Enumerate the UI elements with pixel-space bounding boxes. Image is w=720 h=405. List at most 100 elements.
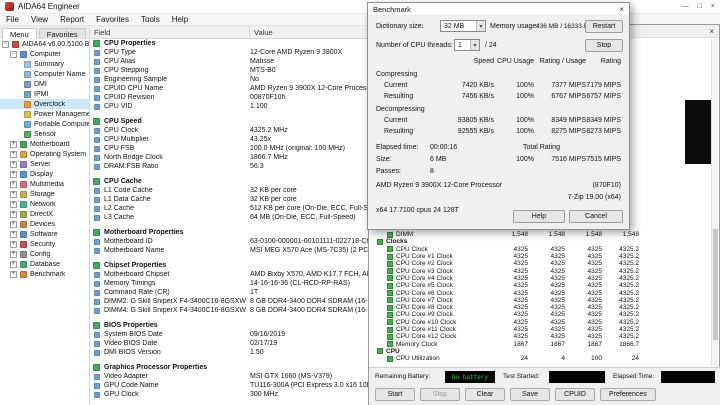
sidebar-item-ipmi[interactable]: IPMI: [0, 89, 89, 99]
help-button[interactable]: Help: [513, 210, 565, 223]
menu-help[interactable]: Help: [166, 15, 194, 24]
sidebar-item-dmi[interactable]: DMI: [0, 79, 89, 89]
sensor-row-cpu-utilization[interactable]: CPU Utilization 24 4 100 24: [375, 355, 647, 362]
tab-favorites[interactable]: Favorites: [38, 28, 86, 39]
sidebar-item-benchmark[interactable]: + Benchmark: [0, 269, 89, 279]
expander-icon[interactable]: +: [10, 240, 17, 248]
sensor-icon: [387, 333, 393, 340]
sidebar-item-directx[interactable]: + DirectX: [0, 209, 89, 219]
sidebar-item-summary[interactable]: Summary: [0, 59, 89, 69]
sensor-row-cpu-core-9-clock[interactable]: CPU Core #9 Clock 4325 4325 4325 4325.2: [375, 311, 647, 318]
sensor-row-clocks[interactable]: Clocks: [375, 238, 647, 245]
close-icon[interactable]: ×: [709, 27, 714, 36]
sidebar-item-display[interactable]: + Display: [0, 169, 89, 179]
col-speed: Speed: [473, 58, 494, 65]
expander-icon[interactable]: +: [10, 170, 17, 178]
dictionary-size-label: Dictionary size:: [376, 23, 424, 30]
sensor-row-cpu-core-7-clock[interactable]: CPU Core #7 Clock 4325 4325 4325 4325.2: [375, 297, 647, 304]
start-button[interactable]: Start: [375, 388, 415, 401]
field-icon: [94, 349, 100, 356]
close-icon[interactable]: ×: [619, 5, 624, 14]
dictionary-size-select[interactable]: 32 MB ▾: [440, 20, 486, 32]
field-label: Engineering Sample: [104, 76, 168, 83]
maximize-icon[interactable]: □: [698, 3, 702, 10]
stop-button[interactable]: Stop: [420, 388, 460, 401]
expander-icon[interactable]: +: [10, 220, 17, 228]
sensor-row-memory-clock[interactable]: Memory Clock 1867 1867 1867 1866.7: [375, 340, 647, 348]
expander-icon[interactable]: +: [10, 180, 17, 188]
cpuid-button[interactable]: CPUID: [555, 388, 595, 401]
sidebar-item-devices[interactable]: + Devices: [0, 219, 89, 229]
sensor-row-dimm[interactable]: DIMM 1.548 1.548 1.548 1.548: [375, 231, 647, 238]
sensor-icon: [387, 290, 393, 297]
expander-icon[interactable]: +: [10, 270, 17, 278]
sensor-label: CPU Utilization: [396, 355, 440, 363]
menu-report[interactable]: Report: [54, 15, 90, 24]
sidebar-item-sensor[interactable]: Sensor: [0, 129, 89, 139]
column-header-field[interactable]: Field: [90, 26, 250, 38]
close-icon[interactable]: ×: [711, 3, 715, 10]
sidebar-item-portable-computer[interactable]: Portable Computer: [0, 119, 89, 129]
expander-icon[interactable]: +: [10, 230, 17, 238]
expander-icon[interactable]: +: [10, 210, 17, 218]
expander-icon[interactable]: +: [10, 200, 17, 208]
stop-button[interactable]: Stop: [585, 39, 623, 52]
expander-icon[interactable]: +: [10, 260, 17, 268]
aida64-app-icon: [5, 2, 14, 11]
sidebar-item-operating-system[interactable]: + Operating System: [0, 149, 89, 159]
tab-menu[interactable]: Menu: [2, 28, 37, 39]
sensor-row-cpu-core-10-clock[interactable]: CPU Core #10 Clock 4325 4325 4325 4325.2: [375, 319, 647, 326]
save-button[interactable]: Save: [510, 388, 550, 401]
preferences-button[interactable]: Preferences: [600, 388, 656, 401]
sidebar-item-database[interactable]: + Database: [0, 259, 89, 269]
sensor-row-cpu[interactable]: CPU: [375, 348, 647, 355]
sidebar-item-aida64-v6-00-5100-beta[interactable]: − AIDA64 v6.00.5100 Beta: [0, 39, 89, 49]
expander-icon[interactable]: −: [2, 40, 9, 48]
section-title: Graphics Processor Properties: [104, 364, 208, 371]
menu-favorites[interactable]: Favorites: [90, 15, 135, 24]
sensor-row-cpu-core-1-clock[interactable]: CPU Core #1 Clock 4325 4325 4325 4325.2: [375, 253, 647, 260]
sensor-row-cpu-core-2-clock[interactable]: CPU Core #2 Clock 4325 4325 4325 4325.2: [375, 260, 647, 267]
expander-icon[interactable]: +: [10, 250, 17, 258]
expander-icon[interactable]: +: [10, 150, 17, 158]
sensor-row-cpu-core-3-clock[interactable]: CPU Core #3 Clock 4325 4325 4325 4325.2: [375, 267, 647, 275]
sidebar-item-computer[interactable]: − Computer: [0, 49, 89, 59]
sidebar-item-network[interactable]: + Network: [0, 199, 89, 209]
expander-icon[interactable]: +: [10, 190, 17, 198]
cpu-threads-select[interactable]: 1 ▾: [454, 39, 480, 51]
elapsed-time-label: Elapsed Time:: [613, 373, 655, 380]
sensor-row-cpu-core-5-clock[interactable]: CPU Core #5 Clock 4325 4325 4325 4325.2: [375, 282, 647, 289]
section-icon: [93, 364, 100, 371]
sensor-row-cpu-core-8-clock[interactable]: CPU Core #8 Clock 4325 4325 4325 4325.2: [375, 304, 647, 311]
cancel-button[interactable]: Cancel: [569, 210, 623, 223]
sensor-row-cpu-clock[interactable]: CPU Clock 4325 4325 4325 4325.2: [375, 246, 647, 253]
clear-button[interactable]: Clear: [465, 388, 505, 401]
minimize-icon[interactable]: —: [682, 3, 689, 10]
sensor-row-cpu-core-11-clock[interactable]: CPU Core #11 Clock 4325 4325 4325 4325.2: [375, 326, 647, 333]
sensor-row-cpu-core-6-clock[interactable]: CPU Core #6 Clock 4325 4325 4325 4325.2: [375, 289, 647, 297]
sidebar-item-server[interactable]: + Server: [0, 159, 89, 169]
sidebar-item-motherboard[interactable]: + Motherboard: [0, 139, 89, 149]
scrollbar-thumb[interactable]: [713, 228, 718, 340]
expander-icon[interactable]: −: [10, 50, 17, 58]
sidebar-item-security[interactable]: + Security: [0, 239, 89, 249]
menu-tools[interactable]: Tools: [135, 15, 166, 24]
sidebar-item-power-management[interactable]: Power Management: [0, 109, 89, 119]
sidebar-item-software[interactable]: + Software: [0, 229, 89, 239]
scrollbar[interactable]: [711, 39, 718, 366]
software-icon: [20, 230, 27, 238]
sensor-row-cpu-core-4-clock[interactable]: CPU Core #4 Clock 4325 4325 4325 4325.2: [375, 275, 647, 282]
sidebar-item-overclock[interactable]: Overclock: [0, 99, 89, 109]
sidebar-item-storage[interactable]: + Storage: [0, 189, 89, 199]
expander-icon[interactable]: +: [10, 140, 17, 148]
expander-icon[interactable]: +: [10, 160, 17, 168]
sidebar-item-computer-name[interactable]: Computer Name: [0, 69, 89, 79]
menu-file[interactable]: File: [0, 15, 25, 24]
menu-view[interactable]: View: [25, 15, 54, 24]
col-rating: Rating: [600, 58, 621, 65]
dialog-titlebar[interactable]: Benchmark ×: [368, 3, 629, 16]
sidebar-item-multimedia[interactable]: + Multimedia: [0, 179, 89, 189]
sidebar-item-config[interactable]: + Config: [0, 249, 89, 259]
sensor-row-cpu-core-12-clock[interactable]: CPU Core #12 Clock 4325 4325 4325 4325.2: [375, 333, 647, 340]
restart-button[interactable]: Restart: [585, 20, 623, 33]
